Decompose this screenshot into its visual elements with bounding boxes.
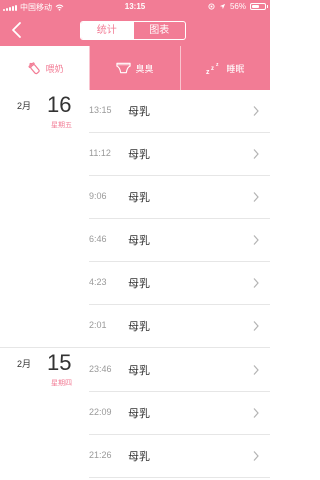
record-type: 母乳 xyxy=(128,278,150,290)
record-type: 母乳 xyxy=(128,321,150,333)
record-type: 母乳 xyxy=(128,408,150,420)
record-type: 母乳 xyxy=(128,451,150,463)
record-time: 21:26 xyxy=(89,450,112,460)
back-arrow-icon[interactable] xyxy=(8,20,26,40)
nav-bar: 统计 图表 xyxy=(0,14,270,46)
status-bar: 中国移动 13:15 56% xyxy=(0,0,270,14)
record-time: 6:46 xyxy=(89,234,107,244)
feeding-record-list: 2月 16 星期五 13:15 母乳 11:12 母乳 9:06 母乳 6:46… xyxy=(0,90,270,480)
tab-sleep[interactable]: z z z 睡眠 xyxy=(179,46,270,90)
chevron-right-icon xyxy=(253,192,259,202)
list-item[interactable]: 22:09 母乳 xyxy=(0,392,270,435)
diaper-icon xyxy=(116,62,132,74)
view-segmented-control: 统计 图表 xyxy=(80,21,186,40)
tab-feeding-label: 喂奶 xyxy=(45,63,64,74)
record-time: 11:12 xyxy=(89,148,111,158)
record-type: 母乳 xyxy=(128,365,150,377)
bottle-icon xyxy=(28,62,40,75)
chevron-right-icon xyxy=(253,235,259,245)
chevron-right-icon xyxy=(253,321,259,331)
record-type: 母乳 xyxy=(128,106,150,118)
battery-icon xyxy=(250,3,268,10)
record-type: 母乳 xyxy=(128,149,150,161)
chevron-right-icon xyxy=(253,408,259,418)
chevron-right-icon xyxy=(253,149,259,159)
svg-text:z: z xyxy=(216,62,219,68)
list-item[interactable]: 23:46 母乳 xyxy=(0,349,270,392)
svg-text:z: z xyxy=(211,66,214,72)
segment-chart[interactable]: 图表 xyxy=(132,22,186,39)
category-tabs: 喂奶 臭臭 z z z 睡眠 xyxy=(0,46,270,90)
chevron-right-icon xyxy=(253,451,259,461)
list-item[interactable]: 11:12 母乳 xyxy=(0,133,270,176)
tab-diaper[interactable]: 臭臭 xyxy=(89,46,179,90)
record-type: 母乳 xyxy=(128,192,150,204)
record-time: 9:06 xyxy=(89,191,107,201)
chevron-right-icon xyxy=(253,365,259,375)
list-item[interactable]: 9:06 母乳 xyxy=(0,176,270,219)
row-divider xyxy=(89,477,270,478)
record-time: 2:01 xyxy=(89,320,107,330)
record-time: 23:46 xyxy=(89,364,112,374)
record-time: 13:15 xyxy=(89,105,112,115)
tab-feeding[interactable]: 喂奶 xyxy=(0,46,90,90)
record-time: 4:23 xyxy=(89,277,107,287)
record-time: 22:09 xyxy=(89,407,112,417)
tab-diaper-label: 臭臭 xyxy=(135,63,154,74)
segment-stats[interactable]: 统计 xyxy=(81,22,133,39)
battery-percent: 56% xyxy=(229,2,246,11)
location-arrow-icon xyxy=(219,3,226,10)
svg-text:z: z xyxy=(206,69,210,75)
record-type: 母乳 xyxy=(128,235,150,247)
list-item[interactable]: 21:26 母乳 xyxy=(0,435,270,478)
sleep-zzz-icon: z z z xyxy=(206,62,219,75)
list-item[interactable]: 6:46 母乳 xyxy=(0,219,270,262)
tab-sleep-label: 睡眠 xyxy=(226,63,245,74)
row-divider xyxy=(0,347,270,348)
list-item[interactable]: 13:15 母乳 xyxy=(0,90,270,133)
chevron-right-icon xyxy=(253,278,259,288)
list-item[interactable]: 2:01 母乳 xyxy=(0,305,270,348)
chevron-right-icon xyxy=(253,106,259,116)
status-right: 56% xyxy=(208,2,268,11)
list-item[interactable]: 4:23 母乳 xyxy=(0,262,270,305)
orientation-lock-icon xyxy=(208,3,215,10)
